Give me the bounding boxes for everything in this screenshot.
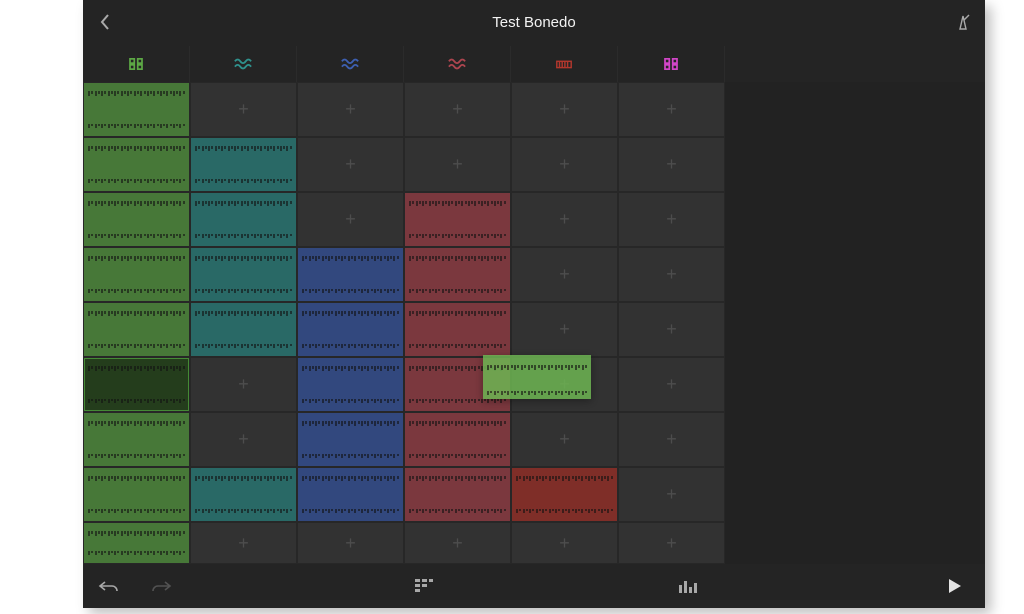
empty-clip-slot[interactable] (297, 192, 404, 247)
empty-clip-slot[interactable] (618, 467, 725, 522)
empty-clip-slot[interactable] (511, 412, 618, 467)
play-button[interactable] (925, 564, 985, 608)
empty-clip-slot[interactable] (404, 137, 511, 192)
track-header[interactable] (83, 46, 190, 82)
clip-cell[interactable] (297, 247, 404, 302)
empty-clip-slot[interactable] (511, 82, 618, 137)
clip-cell[interactable] (511, 467, 618, 522)
empty-clip-slot[interactable] (297, 522, 404, 564)
undo-button[interactable] (83, 564, 135, 608)
empty-clip-slot[interactable] (511, 137, 618, 192)
empty-clip-slot[interactable] (190, 357, 297, 412)
clip-cell[interactable] (83, 357, 190, 412)
track-header[interactable] (190, 46, 297, 82)
clip-cell[interactable] (297, 357, 404, 412)
clip-cell[interactable] (83, 522, 190, 564)
clip-cell[interactable] (190, 302, 297, 357)
back-button[interactable] (83, 0, 127, 44)
empty-clip-slot[interactable] (297, 82, 404, 137)
empty-clip-slot[interactable] (404, 522, 511, 564)
app-frame: Test Bonedo + (83, 0, 985, 608)
empty-clip-slot[interactable] (511, 357, 618, 412)
clip-cell[interactable] (83, 192, 190, 247)
clip-cell[interactable] (190, 137, 297, 192)
clip-cell[interactable] (297, 467, 404, 522)
top-bar: Test Bonedo (83, 0, 985, 44)
empty-clip-slot[interactable] (190, 82, 297, 137)
clip-cell[interactable] (404, 467, 511, 522)
clip-cell[interactable] (404, 302, 511, 357)
clip-cell[interactable] (83, 412, 190, 467)
metronome-button[interactable] (941, 0, 985, 44)
empty-clip-slot[interactable] (618, 192, 725, 247)
project-title: Test Bonedo (83, 0, 985, 44)
empty-clip-slot[interactable] (511, 247, 618, 302)
bottom-bar (83, 564, 985, 608)
clip-cell[interactable] (83, 82, 190, 137)
track-header-row: + (83, 46, 985, 82)
clip-cell[interactable] (404, 247, 511, 302)
empty-clip-slot[interactable] (511, 192, 618, 247)
track-header[interactable] (511, 46, 618, 82)
empty-clip-slot[interactable] (404, 82, 511, 137)
empty-clip-slot[interactable] (190, 412, 297, 467)
clip-cell[interactable] (404, 412, 511, 467)
clip-cell[interactable] (297, 412, 404, 467)
track-header[interactable] (618, 46, 725, 82)
track-header[interactable] (297, 46, 404, 82)
clip-cell[interactable] (83, 302, 190, 357)
empty-clip-slot[interactable] (511, 522, 618, 564)
empty-clip-slot[interactable] (511, 302, 618, 357)
empty-clip-slot[interactable] (190, 522, 297, 564)
clip-cell[interactable] (404, 357, 511, 412)
empty-clip-slot[interactable] (618, 137, 725, 192)
session-grid-area: + (83, 46, 985, 564)
empty-clip-slot[interactable] (618, 357, 725, 412)
clip-cell[interactable] (83, 137, 190, 192)
session-view-button[interactable] (398, 564, 450, 608)
clip-cell[interactable] (190, 467, 297, 522)
clip-grid[interactable] (83, 82, 985, 564)
empty-clip-slot[interactable] (297, 137, 404, 192)
clip-cell[interactable] (190, 247, 297, 302)
clip-cell[interactable] (83, 247, 190, 302)
redo-button[interactable] (135, 564, 187, 608)
clip-cell[interactable] (83, 467, 190, 522)
mixer-view-button[interactable] (662, 564, 714, 608)
empty-clip-slot[interactable] (618, 247, 725, 302)
clip-cell[interactable] (190, 192, 297, 247)
empty-clip-slot[interactable] (618, 82, 725, 137)
empty-clip-slot[interactable] (618, 302, 725, 357)
empty-clip-slot[interactable] (618, 412, 725, 467)
empty-clip-slot[interactable] (618, 522, 725, 564)
clip-cell[interactable] (297, 302, 404, 357)
track-header[interactable] (404, 46, 511, 82)
clip-cell[interactable] (404, 192, 511, 247)
